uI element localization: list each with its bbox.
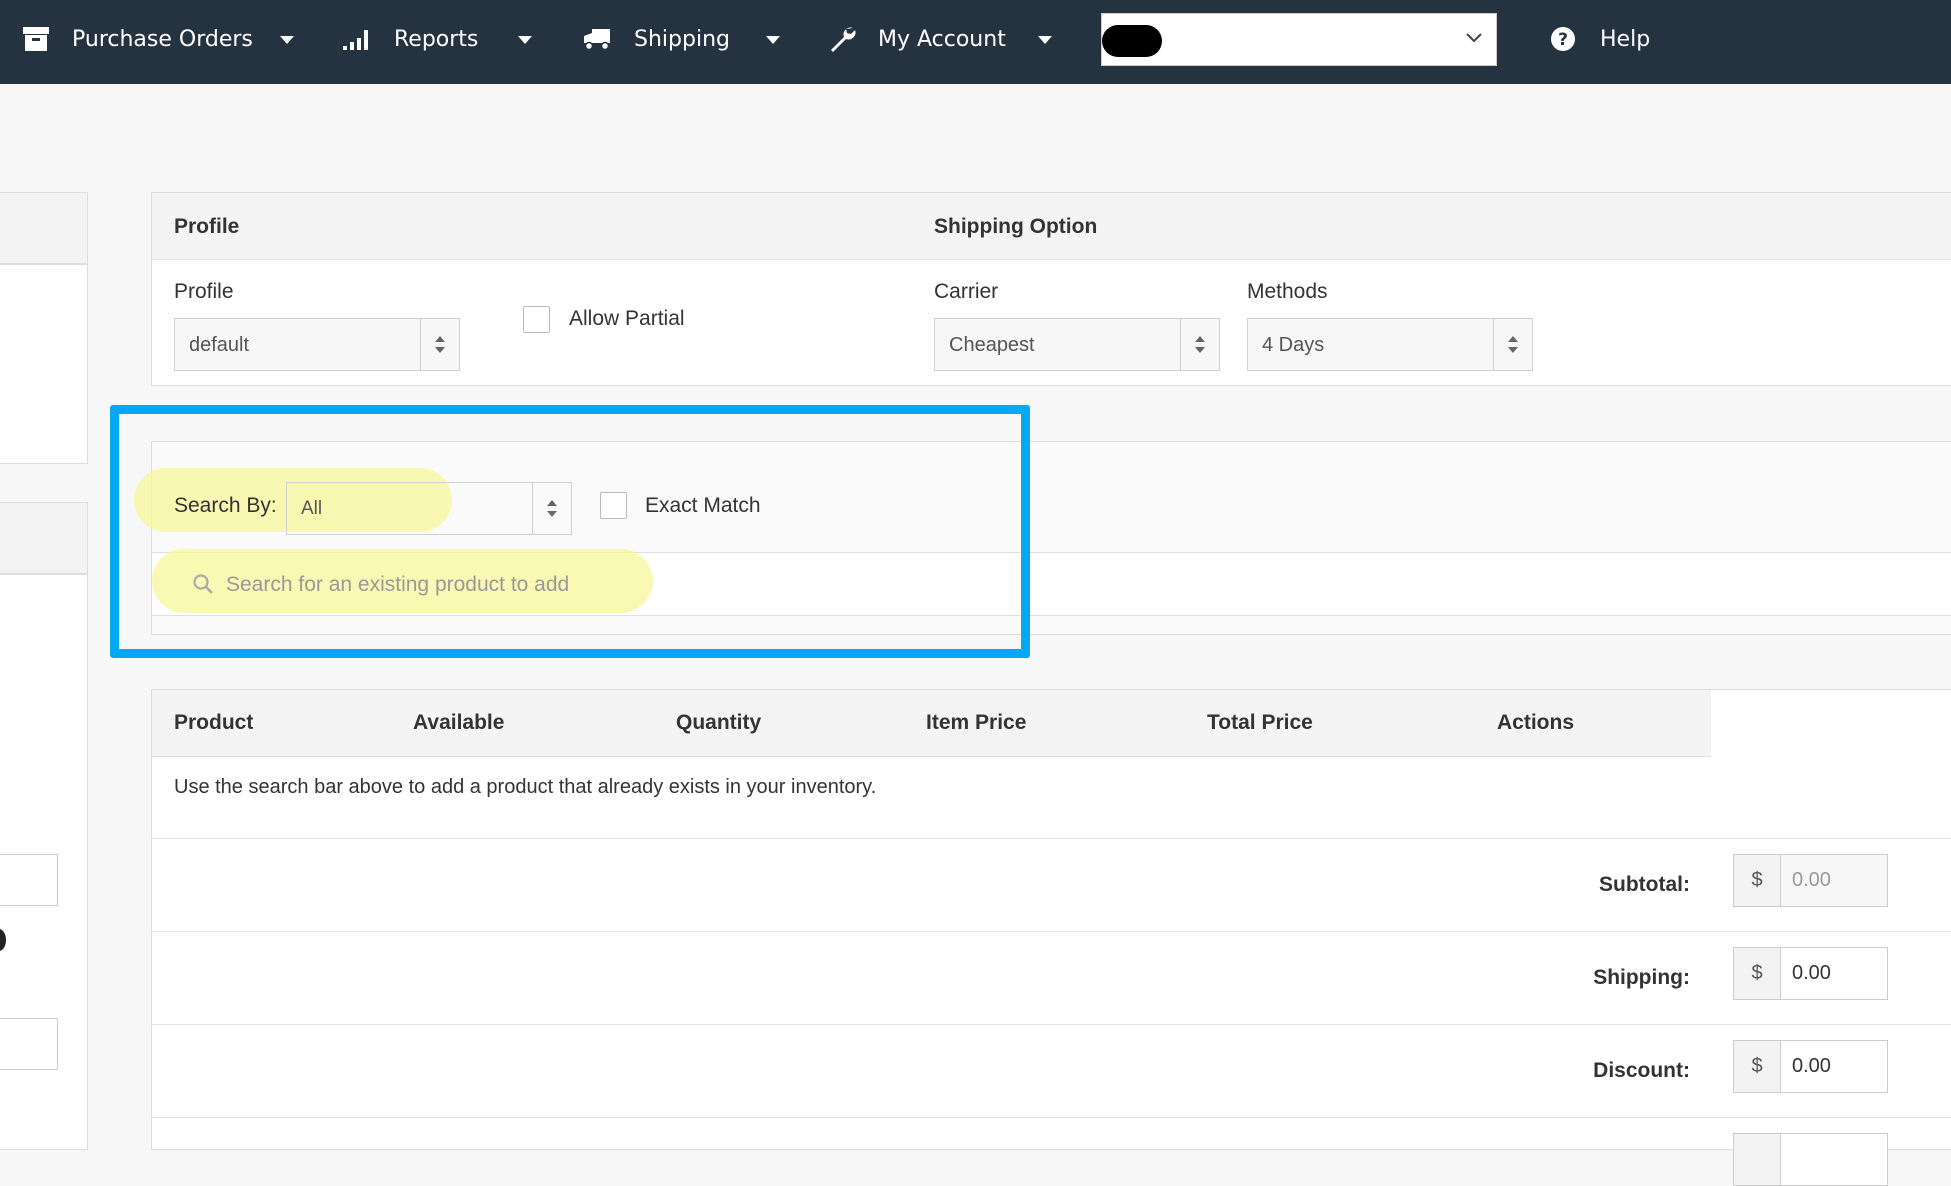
nav-purchase-orders[interactable]: Purchase Orders — [22, 0, 253, 78]
chevron-down-icon[interactable] — [766, 36, 780, 44]
profile-select[interactable]: default — [174, 318, 460, 371]
shipping-option-header: Shipping Option — [934, 215, 1098, 238]
row-divider — [151, 931, 1951, 932]
chevron-down-icon — [1466, 33, 1482, 43]
nav-reports[interactable]: Reports — [342, 0, 478, 78]
column-header-total-price: Total Price — [1207, 711, 1313, 734]
chevron-down-icon[interactable] — [518, 36, 532, 44]
carrier-label: Carrier — [934, 280, 999, 303]
row-divider — [151, 838, 1951, 839]
carrier-select-value: Cheapest — [949, 334, 1035, 356]
next-total-field[interactable] — [1733, 1133, 1888, 1186]
question-circle-icon: ? — [1550, 26, 1576, 52]
left-input-field[interactable] — [0, 1018, 58, 1070]
shipping-cost-label: Shipping: — [1593, 966, 1690, 989]
currency-symbol: $ — [1734, 1041, 1781, 1092]
profile-select-value: default — [189, 334, 250, 356]
methods-select-value: 4 Days — [1262, 334, 1325, 356]
column-header-quantity: Quantity — [676, 711, 762, 734]
empty-table-message: Use the search bar above to add a produc… — [174, 776, 877, 798]
nav-help-label: Help — [1600, 26, 1651, 52]
left-panel-header — [0, 502, 88, 574]
row-divider — [151, 1024, 1951, 1025]
truck-icon — [582, 27, 612, 51]
nav-reports-label: Reports — [394, 26, 479, 52]
chevron-down-icon[interactable] — [280, 36, 294, 44]
annotation-highlight-box — [110, 405, 1030, 658]
shipping-cost-value: 0.00 — [1792, 962, 1831, 984]
shipping-cost-input[interactable]: $ 0.00 — [1733, 947, 1888, 1000]
column-header-item-price: Item Price — [926, 711, 1027, 734]
nav-shipping-label: Shipping — [634, 26, 730, 52]
column-header-actions: Actions — [1497, 711, 1575, 734]
nav-purchase-orders-label: Purchase Orders — [72, 26, 253, 52]
signal-bars-icon — [342, 27, 372, 51]
redacted-account-name — [1102, 25, 1162, 57]
subtotal-value: 0.00 — [1792, 869, 1831, 891]
profile-header: Profile — [174, 215, 240, 238]
row-divider — [151, 1117, 1951, 1118]
wrench-icon — [828, 25, 856, 53]
panel-header: Profile Shipping Option — [152, 193, 1951, 260]
discount-input[interactable]: $ 0.00 — [1733, 1040, 1888, 1093]
carrier-select[interactable]: Cheapest — [934, 318, 1220, 371]
account-selector[interactable] — [1101, 13, 1497, 66]
left-sidebar-panels — [0, 192, 88, 1150]
column-header-product: Product — [174, 711, 254, 734]
top-navigation-bar: Purchase Orders Reports Shipping My Acco… — [0, 0, 1951, 84]
svg-text:?: ? — [1558, 30, 1568, 50]
allow-partial-checkbox[interactable] — [523, 306, 550, 333]
column-header-available: Available — [413, 711, 505, 734]
profile-shipping-panel: Profile Shipping Option Profile default … — [151, 192, 1951, 386]
discount-label: Discount: — [1593, 1059, 1690, 1082]
nav-my-account-label: My Account — [878, 26, 1006, 52]
profile-label: Profile — [174, 280, 234, 303]
archive-box-icon — [22, 26, 50, 52]
subtotal-label: Subtotal: — [1599, 873, 1690, 896]
chevron-down-icon[interactable] — [1038, 36, 1052, 44]
subtotal-field: $ 0.00 — [1733, 854, 1888, 907]
methods-label: Methods — [1247, 280, 1328, 303]
methods-select[interactable]: 4 Days — [1247, 318, 1533, 371]
nav-shipping[interactable]: Shipping — [582, 0, 730, 78]
left-input-field[interactable] — [0, 854, 58, 906]
currency-symbol: $ — [1734, 855, 1781, 906]
discount-value: 0.00 — [1792, 1055, 1831, 1077]
allow-partial-label: Allow Partial — [569, 307, 685, 330]
nav-my-account[interactable]: My Account — [828, 0, 1006, 78]
up-down-arrows-icon — [1493, 319, 1532, 370]
nav-help[interactable]: ? Help — [1550, 0, 1650, 78]
currency-symbol: $ — [1734, 948, 1781, 999]
up-down-arrows-icon — [420, 319, 459, 370]
left-panel-header — [0, 192, 88, 264]
left-panel-body — [0, 264, 88, 464]
currency-symbol — [1734, 1134, 1781, 1185]
up-down-arrows-icon — [1180, 319, 1219, 370]
